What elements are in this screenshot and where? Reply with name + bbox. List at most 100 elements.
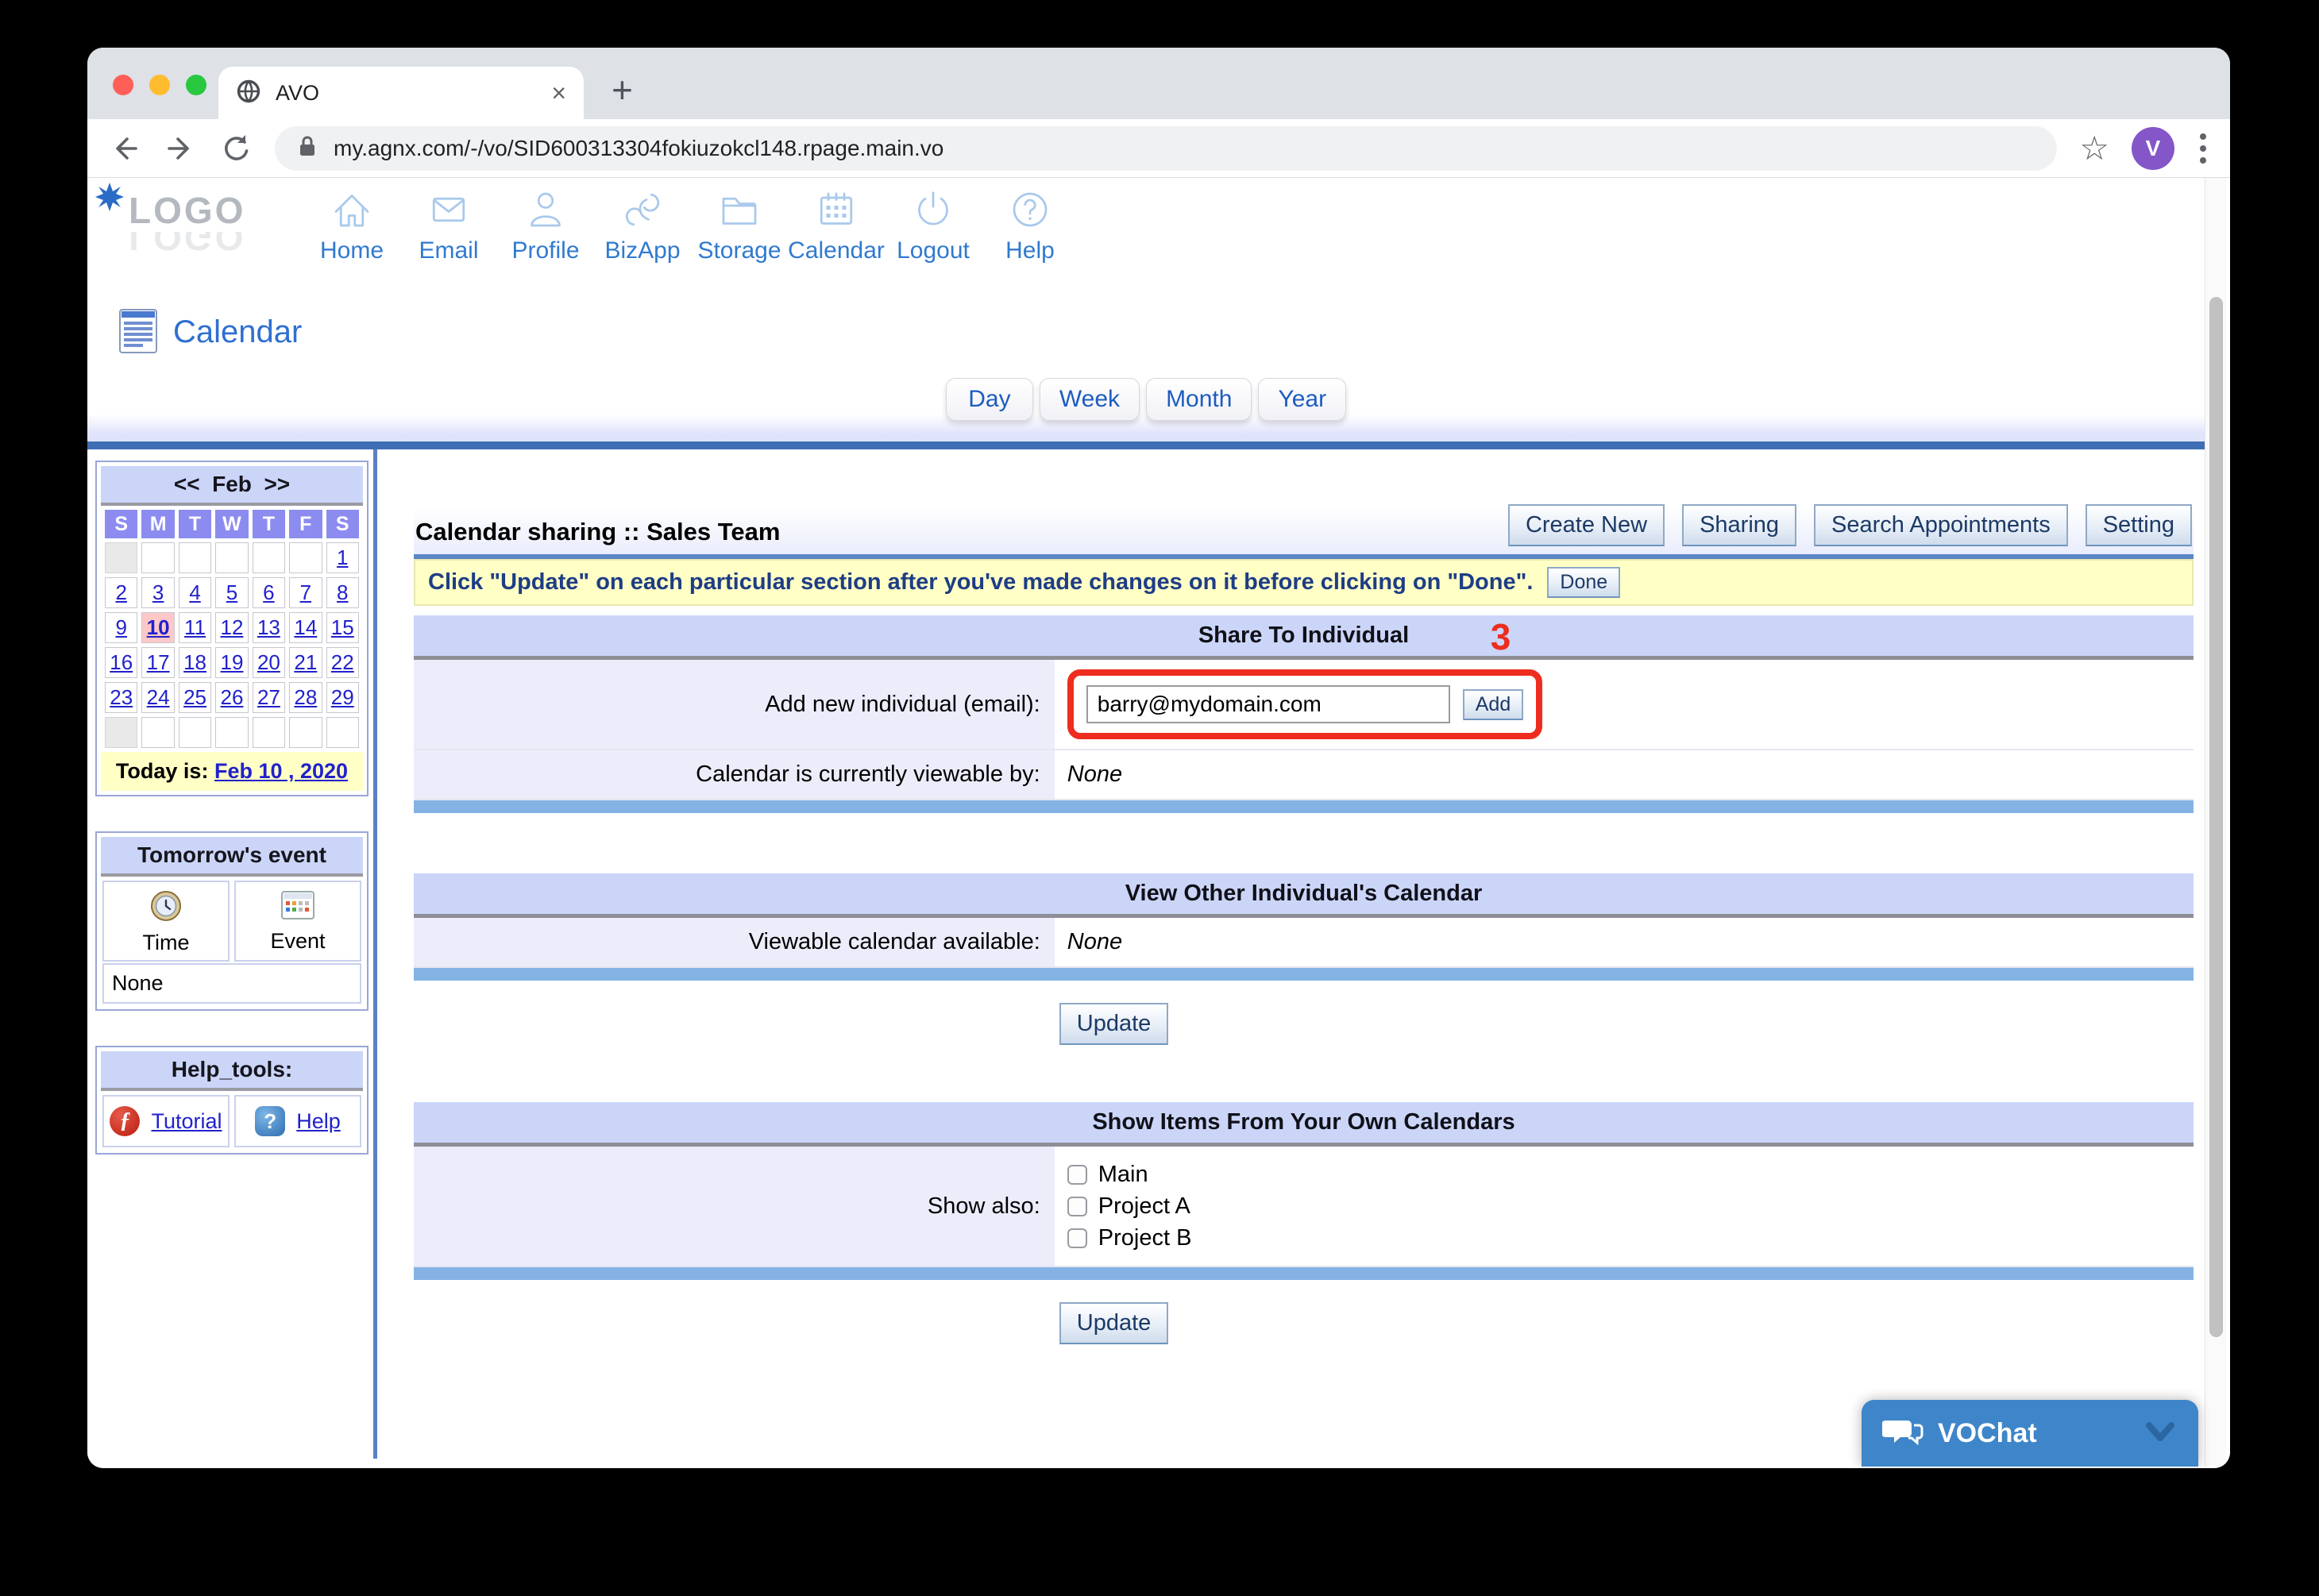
- next-month-button[interactable]: >>: [264, 472, 290, 496]
- calendar-day-link[interactable]: 14: [294, 615, 317, 639]
- calendar-day-cell: 13: [253, 612, 285, 643]
- calendar-day-link[interactable]: 24: [147, 685, 170, 709]
- calendar-day-link[interactable]: 11: [184, 615, 206, 639]
- nav-item-help[interactable]: Help: [982, 186, 1078, 264]
- calendar-day-link[interactable]: 4: [189, 580, 200, 604]
- nav-item-label: Logout: [897, 237, 970, 264]
- back-icon[interactable]: [108, 132, 141, 165]
- tutorial-link[interactable]: Tutorial: [151, 1109, 222, 1134]
- calendar-day-link[interactable]: 21: [294, 650, 317, 674]
- show-option-project-b[interactable]: Project B: [1067, 1223, 1192, 1253]
- calendar-day-link[interactable]: 22: [331, 650, 354, 674]
- calendar-day-link[interactable]: 2: [115, 580, 126, 604]
- nav-item-email[interactable]: Email: [400, 186, 497, 264]
- sharing-button[interactable]: Sharing: [1682, 504, 1796, 546]
- scrollbar-thumb[interactable]: [2209, 297, 2223, 1337]
- browser-tab[interactable]: AVO ×: [218, 67, 584, 119]
- add-button[interactable]: Add: [1463, 689, 1523, 720]
- tab-week[interactable]: Week: [1040, 378, 1140, 421]
- show-option-project-a[interactable]: Project A: [1067, 1191, 1192, 1221]
- checkbox-icon[interactable]: [1067, 1228, 1087, 1248]
- calendar-day-cell: 14: [289, 612, 322, 643]
- calendar-day-link[interactable]: 15: [331, 615, 354, 639]
- calendar-day-cell: 4: [179, 577, 211, 608]
- calendar-day-link[interactable]: 9: [115, 615, 126, 639]
- calendar-day-link[interactable]: 5: [226, 580, 237, 604]
- prev-month-button[interactable]: <<: [174, 472, 200, 496]
- done-button[interactable]: Done: [1547, 567, 1620, 598]
- nav-item-profile[interactable]: Profile: [497, 186, 594, 264]
- flash-icon: ƒ: [110, 1106, 140, 1136]
- calendar-day-link[interactable]: 7: [300, 580, 311, 604]
- viewable-by-value: None: [1055, 750, 2194, 799]
- tab-month[interactable]: Month: [1146, 378, 1252, 421]
- calendar-day-link[interactable]: 8: [337, 580, 348, 604]
- calendar-icon: [812, 186, 860, 237]
- calendar-day-link[interactable]: 16: [110, 650, 133, 674]
- calendar-day-link[interactable]: 13: [257, 615, 280, 639]
- profile-avatar[interactable]: V: [2132, 127, 2174, 170]
- help-tools-box: Help_tools: ƒ Tutorial ? Help: [95, 1046, 368, 1155]
- calendar-day-link[interactable]: 26: [221, 685, 244, 709]
- mini-calendar-header: << Feb >>: [101, 466, 363, 506]
- new-tab-button[interactable]: +: [612, 71, 633, 108]
- vochat-label: VOChat: [1938, 1418, 2128, 1449]
- zoom-window-button[interactable]: [186, 75, 206, 95]
- today-link[interactable]: Feb 10 , 2020: [214, 759, 348, 783]
- calendar-day-link[interactable]: 10: [147, 615, 170, 639]
- update-show-section-button[interactable]: Update: [1059, 1302, 1169, 1344]
- calendar-week-row: 23 24 25 26 27 28 29: [105, 682, 359, 713]
- minimize-window-button[interactable]: [149, 75, 170, 95]
- calendar-day-link[interactable]: 17: [147, 650, 170, 674]
- bookmark-star-icon[interactable]: ☆: [2079, 132, 2109, 165]
- url-bar[interactable]: my.agnx.com/-/vo/SID600313304fokiuzokcl1…: [275, 126, 2057, 171]
- calendar-day-link[interactable]: 27: [257, 685, 280, 709]
- person-icon: [522, 186, 569, 237]
- weekday-header: S: [105, 510, 137, 538]
- forward-icon[interactable]: [164, 132, 197, 165]
- nav-item-bizapp[interactable]: BizApp: [594, 186, 691, 264]
- tab-title: AVO: [276, 81, 537, 106]
- tab-day[interactable]: Day: [946, 378, 1033, 421]
- calendar-day-link[interactable]: 12: [221, 615, 244, 639]
- checkbox-icon[interactable]: [1067, 1197, 1087, 1216]
- calendar-day-cell: 27: [253, 682, 285, 713]
- calendar-day-link[interactable]: 3: [152, 580, 164, 604]
- page-title: Calendar: [173, 314, 302, 350]
- vochat-widget[interactable]: VOChat: [1862, 1400, 2198, 1467]
- calendar-day-link[interactable]: 25: [183, 685, 206, 709]
- search-appointments-button[interactable]: Search Appointments: [1814, 504, 2068, 546]
- nav-item-logout[interactable]: Logout: [885, 186, 982, 264]
- setting-button[interactable]: Setting: [2086, 504, 2192, 546]
- calendar-day-link[interactable]: 6: [263, 580, 274, 604]
- calendar-day-link[interactable]: 20: [257, 650, 280, 674]
- chevron-down-icon[interactable]: [2143, 1419, 2178, 1448]
- browser-menu-kebab-icon[interactable]: [2197, 130, 2209, 167]
- checkbox-icon[interactable]: [1067, 1165, 1087, 1185]
- help-link[interactable]: Help: [296, 1109, 341, 1134]
- calendar-day-link[interactable]: 19: [221, 650, 244, 674]
- tab-year[interactable]: Year: [1258, 378, 1346, 421]
- scrollbar-track[interactable]: [2205, 178, 2226, 1467]
- page-viewport: LOGO LOGO HomeEmailProfileBizAppStorageC…: [87, 178, 2230, 1467]
- tab-close-icon[interactable]: ×: [551, 80, 566, 106]
- calendar-day-link[interactable]: 23: [110, 685, 133, 709]
- nav-item-storage[interactable]: Storage: [691, 186, 788, 264]
- nav-item-home[interactable]: Home: [303, 186, 400, 264]
- email-input[interactable]: [1086, 685, 1450, 723]
- calendar-day-cell: 7: [289, 577, 322, 608]
- add-individual-label: Add new individual (email):: [414, 660, 1055, 749]
- nav-item-calendar[interactable]: Calendar: [788, 186, 885, 264]
- calendar-day-link[interactable]: 28: [294, 685, 317, 709]
- reload-icon[interactable]: [219, 132, 253, 165]
- calendar-day-link[interactable]: 1: [337, 545, 348, 569]
- close-window-button[interactable]: [113, 75, 133, 95]
- calendar-day-link[interactable]: 29: [331, 685, 354, 709]
- calendar-app-icon: [118, 306, 159, 359]
- app-title-row: Calendar: [87, 295, 2205, 368]
- create-new-button[interactable]: Create New: [1508, 504, 1665, 546]
- update-view-section-button[interactable]: Update: [1059, 1003, 1169, 1045]
- show-option-main[interactable]: Main: [1067, 1159, 1192, 1189]
- calendar-day-cell: 17: [141, 647, 174, 678]
- calendar-day-link[interactable]: 18: [183, 650, 206, 674]
